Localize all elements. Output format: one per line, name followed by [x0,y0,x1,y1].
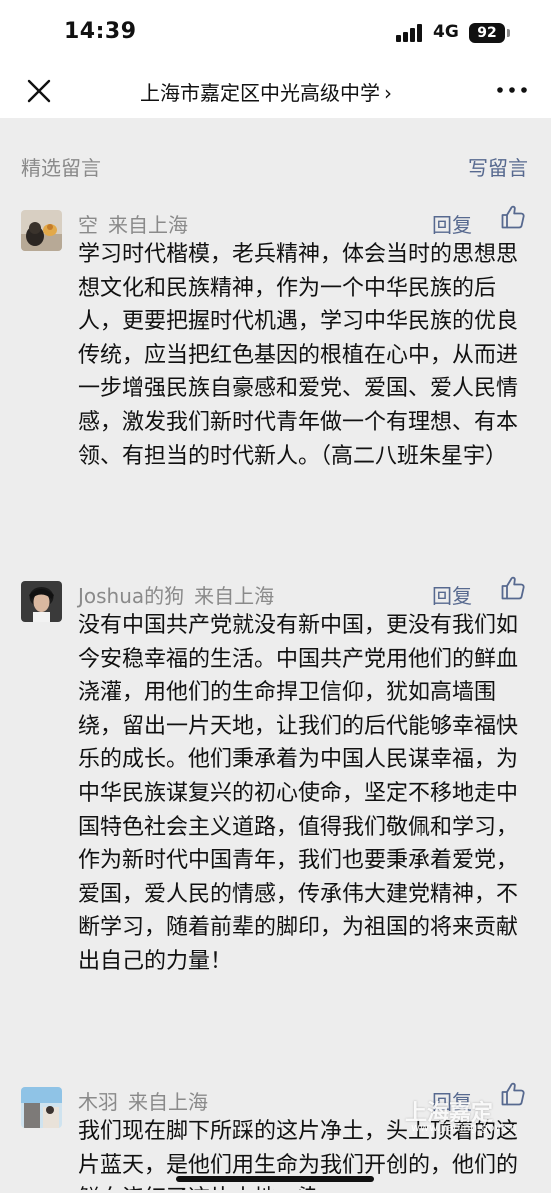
comment-location: 来自上海 [194,584,275,608]
avatar[interactable] [21,581,62,622]
watermark-url: www.jiading.gov.cn [411,1121,517,1134]
thumbs-up-icon[interactable] [500,575,526,601]
more-icon[interactable] [494,76,530,104]
comment-meta: 木羽 来自上海 [78,1086,208,1115]
comment-author[interactable]: Joshua的狗 [78,584,184,608]
featured-comments-title: 精选留言 [21,156,101,180]
status-time: 14:39 [64,19,137,44]
comment-meta: Joshua的狗 来自上海 [78,580,274,609]
avatar[interactable] [21,210,62,251]
comments-header: 精选留言 写留言 [0,118,551,206]
network-type: 4G [433,22,459,42]
comment-location: 来自上海 [128,1090,208,1114]
avatar[interactable] [21,1087,62,1128]
comment-location: 来自上海 [108,213,188,237]
chevron-right-icon: › [384,81,392,105]
account-name: 上海市嘉定区中光高级中学 [140,81,380,105]
comment-text: 学习时代楷模，老兵精神，体会当时的思想思想文化和民族精神，作为一个中华民族的后人… [78,242,519,469]
thumbs-up-icon[interactable] [500,204,526,230]
cellular-signal-icon [396,24,426,42]
reply-button[interactable]: 回复 [432,580,472,609]
comment-author[interactable]: 空 [78,213,98,237]
account-title[interactable]: 上海市嘉定区中光高级中学 › [140,77,440,106]
reply-button[interactable]: 回复 [432,209,472,238]
home-indicator[interactable] [176,1176,374,1182]
comment-meta: 空来自上海 [78,209,188,238]
battery-level: 92 [477,25,497,41]
battery-icon: 92 [469,23,505,43]
nav-bar: 上海市嘉定区中光高级中学 › [0,64,551,118]
status-bar: 14:39 4G 92 [0,0,551,64]
comment-text: 没有中国共产党就没有新中国，更没有我们如今安稳幸福的生活。中国共产党用他们的鲜血… [78,613,519,974]
comment-author[interactable]: 木羽 [78,1090,118,1114]
close-icon[interactable] [20,72,58,110]
watermark: 上海嘉定 www.jiading.gov.cn [405,1087,535,1137]
battery-tip [507,29,510,37]
write-comment-button[interactable]: 写留言 [468,152,528,181]
